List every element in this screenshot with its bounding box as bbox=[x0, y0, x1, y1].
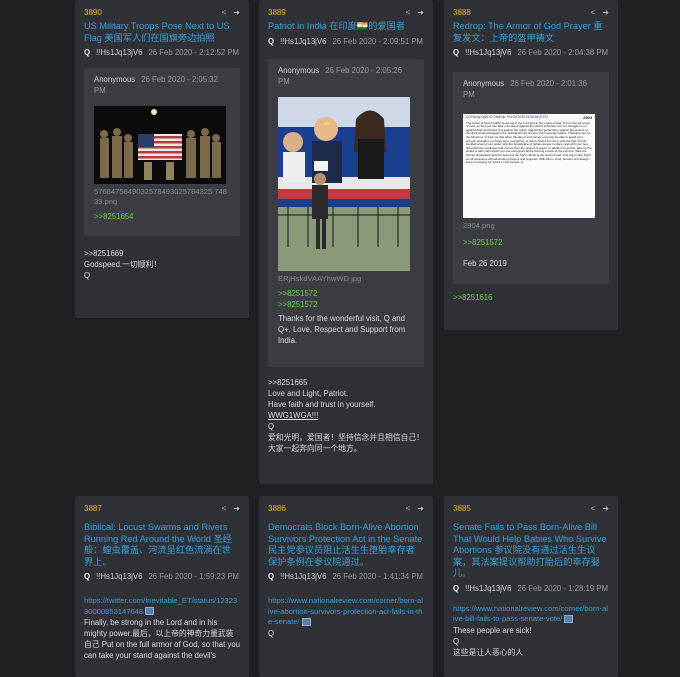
tripcode: !!Hs1Jq13jV6 bbox=[96, 572, 143, 581]
post-body-line: These people are sick! bbox=[453, 625, 532, 635]
reply-link[interactable]: >>8251572 bbox=[278, 299, 414, 310]
author: Q bbox=[453, 583, 460, 593]
author: Q bbox=[84, 48, 91, 57]
timestamp: 26 Feb 2020 - 1:41:34 PM bbox=[332, 572, 424, 581]
post-card-3888: 3888 < ➜ Redrop: The Armor of God Prayer … bbox=[444, 0, 618, 330]
post-card-3886: 3886 < ➜ Democrats Block Born-Alive Abort… bbox=[259, 496, 433, 677]
post-title[interactable]: Democrats Block Born-Alive Abortion Surv… bbox=[268, 522, 424, 568]
post-title[interactable]: Redrop: The Armor of God Prayer 重复发文：上帝的… bbox=[453, 21, 609, 44]
article-link[interactable]: https://www.nationalreview.com/corner/bo… bbox=[453, 604, 608, 624]
arrow-right-circle-icon[interactable]: ➜ bbox=[417, 8, 424, 17]
reply-author: Anonymous bbox=[278, 65, 320, 75]
doc-text: The Armor of God: Finally, be strong in … bbox=[466, 120, 592, 165]
tripcode: !!Hs1Jq13jV6 bbox=[465, 48, 512, 57]
share-icon[interactable]: < bbox=[406, 8, 411, 17]
external-link-icon[interactable] bbox=[564, 614, 574, 623]
post-body-line: >>8251665 bbox=[268, 377, 308, 387]
doc-number: 2904 bbox=[583, 115, 592, 120]
share-icon[interactable]: < bbox=[222, 8, 227, 17]
article-link[interactable]: https://www.nationalreview.com/corner/bo… bbox=[268, 596, 423, 626]
post-title[interactable]: Senate Fails to Pass Born-Alive Bill Tha… bbox=[453, 522, 609, 580]
post-title[interactable]: Patriot in India 在印度🇮🇳的爱国者 bbox=[268, 21, 424, 33]
quoted-reply: Anonymous 26 Feb 2020 - 2:05:26 PM ERjHs… bbox=[268, 58, 424, 367]
post-number: 3885 bbox=[453, 503, 471, 513]
post-body-line: 爱和光明，爱国者！坚持信念并且相信自己！大家一起奔向同一个地方。 bbox=[268, 432, 424, 453]
author: Q bbox=[84, 572, 91, 581]
hashtag-link[interactable]: WWG1WGA!!! bbox=[268, 410, 424, 421]
quoted-reply: Anonymous 26 Feb 2020 - 2:05:32 PM 57684… bbox=[84, 68, 240, 236]
timestamp: 26 Feb 2020 - 1:59:23 PM bbox=[148, 572, 240, 581]
post-body-line: Q bbox=[453, 636, 460, 646]
author: Q bbox=[453, 48, 460, 57]
image-filename[interactable]: ERjHskdVAAYhwWD.jpg bbox=[278, 274, 414, 284]
image-filename[interactable]: 2904.png bbox=[463, 221, 599, 231]
post-number: 3886 bbox=[268, 503, 286, 513]
reply-link[interactable]: >>8251654 bbox=[94, 211, 230, 222]
tripcode: !!Hs1Jq13jV6 bbox=[280, 36, 327, 46]
post-meta: Q !!Hs1Jq13jV6 26 Feb 2020 - 1:28:19 PM bbox=[453, 583, 609, 594]
reply-author: Anonymous bbox=[463, 79, 505, 88]
tripcode: !!Hs1Jq13jV6 bbox=[280, 572, 327, 581]
reply-link[interactable]: >>8251572 bbox=[278, 288, 414, 299]
reply-body: Feb 26 2019 bbox=[463, 259, 507, 268]
post-number: 3889 bbox=[268, 7, 286, 17]
tweet-link[interactable]: https://twitter.com/Inevitable_ET/status… bbox=[84, 596, 237, 616]
post-body-line: >>8251669 bbox=[84, 249, 124, 258]
post-card-3887: 3887 < ➜ Biblical: Locust Swarms and Rive… bbox=[75, 496, 249, 677]
post-body-line: Godspeed.一切顺利！ bbox=[84, 260, 162, 269]
tripcode: !!Hs1Jq13jV6 bbox=[465, 583, 512, 593]
post-body-line: Q bbox=[268, 421, 275, 431]
timestamp: 26 Feb 2020 - 2:12:52 PM bbox=[148, 48, 240, 57]
post-body: Finally, be strong in the Lord and in hi… bbox=[84, 618, 241, 660]
post-card-3889: 3889 < ➜ Patriot in India 在印度🇮🇳的爱国者 Q !!Hs… bbox=[259, 0, 433, 484]
timestamp: 26 Feb 2020 - 2:04:38 PM bbox=[517, 48, 609, 57]
post-meta: Q !!Hs1Jq13jV6 26 Feb 2020 - 2:04:38 PM bbox=[453, 47, 609, 58]
post-meta: Q !!Hs1Jq13jV6 26 Feb 2020 - 1:41:34 PM bbox=[268, 571, 424, 582]
timestamp: 26 Feb 2020 - 1:28:19 PM bbox=[517, 583, 609, 593]
arrow-right-circle-icon[interactable]: ➜ bbox=[233, 8, 240, 17]
post-body-line: Have faith and trust in yourself. bbox=[268, 399, 376, 409]
tripcode: !!Hs1Jq13jV6 bbox=[96, 48, 143, 57]
post-meta: Q !!Hs1Jq13jV6 26 Feb 2020 - 2:12:52 PM bbox=[84, 47, 240, 58]
post-body-line: 这些是让人恶心的人 bbox=[453, 647, 524, 657]
reply-link[interactable]: >>8251572 bbox=[463, 237, 599, 248]
post-body: Q bbox=[268, 628, 275, 638]
post-meta: Q !!Hs1Jq13jV6 26 Feb 2020 - 2:09:51 PM bbox=[268, 36, 424, 47]
arrow-right-circle-icon[interactable]: ➜ bbox=[602, 8, 609, 17]
post-number: 3888 bbox=[453, 7, 471, 17]
post-title[interactable]: Biblical: Locust Swarms and Rivers Runni… bbox=[84, 522, 240, 568]
post-body-line: Love and Light, Patriot. bbox=[268, 388, 349, 398]
india-patriot-image[interactable] bbox=[278, 96, 410, 271]
author: Q bbox=[268, 572, 275, 581]
author: Q bbox=[268, 36, 275, 46]
reply-body: Thanks for the wonderful visit, Q and Q+… bbox=[278, 313, 406, 345]
external-link-icon[interactable] bbox=[145, 607, 155, 616]
post-card-3885: 3885 < ➜ Senate Fails to Pass Born-Alive … bbox=[444, 496, 618, 677]
reply-author: Anonymous bbox=[94, 75, 136, 84]
share-icon[interactable]: < bbox=[591, 8, 596, 17]
post-number: 3887 bbox=[84, 503, 102, 513]
share-icon[interactable]: < bbox=[222, 504, 227, 513]
arrow-right-circle-icon[interactable]: ➜ bbox=[602, 504, 609, 513]
post-body-line: Q bbox=[84, 271, 91, 280]
timestamp: 26 Feb 2020 - 2:09:51 PM bbox=[332, 36, 424, 46]
post-card-3890: 3890 < ➜ US Military Troops Pose Next to … bbox=[75, 0, 249, 318]
reply-link[interactable]: >>8251616 bbox=[453, 292, 609, 303]
share-icon[interactable]: < bbox=[591, 504, 596, 513]
post-title[interactable]: US Military Troops Pose Next to US Flag … bbox=[84, 21, 240, 44]
external-link-icon[interactable] bbox=[301, 617, 311, 626]
post-meta: Q !!Hs1Jq13jV6 26 Feb 2020 - 1:59:23 PM bbox=[84, 571, 240, 582]
troops-flag-image[interactable] bbox=[94, 106, 226, 184]
armor-of-god-document-image[interactable]: Q !!Hs1Jq13jV6 ID: 2fa8 No. Feb 26 2019 … bbox=[463, 114, 595, 218]
image-filename[interactable]: 5768475849032578493025784325 74839.png bbox=[94, 187, 230, 207]
doc-header: Q !!Hs1Jq13jV6 ID: 2fa8 No. Feb 26 2019 … bbox=[466, 115, 548, 119]
share-icon[interactable]: < bbox=[406, 504, 411, 513]
post-number: 3890 bbox=[84, 7, 102, 17]
arrow-right-circle-icon[interactable]: ➜ bbox=[417, 504, 424, 513]
quoted-reply: Anonymous 26 Feb 2020 - 2:01:36 PM Q !!Hs… bbox=[453, 72, 609, 284]
arrow-right-circle-icon[interactable]: ➜ bbox=[233, 504, 240, 513]
